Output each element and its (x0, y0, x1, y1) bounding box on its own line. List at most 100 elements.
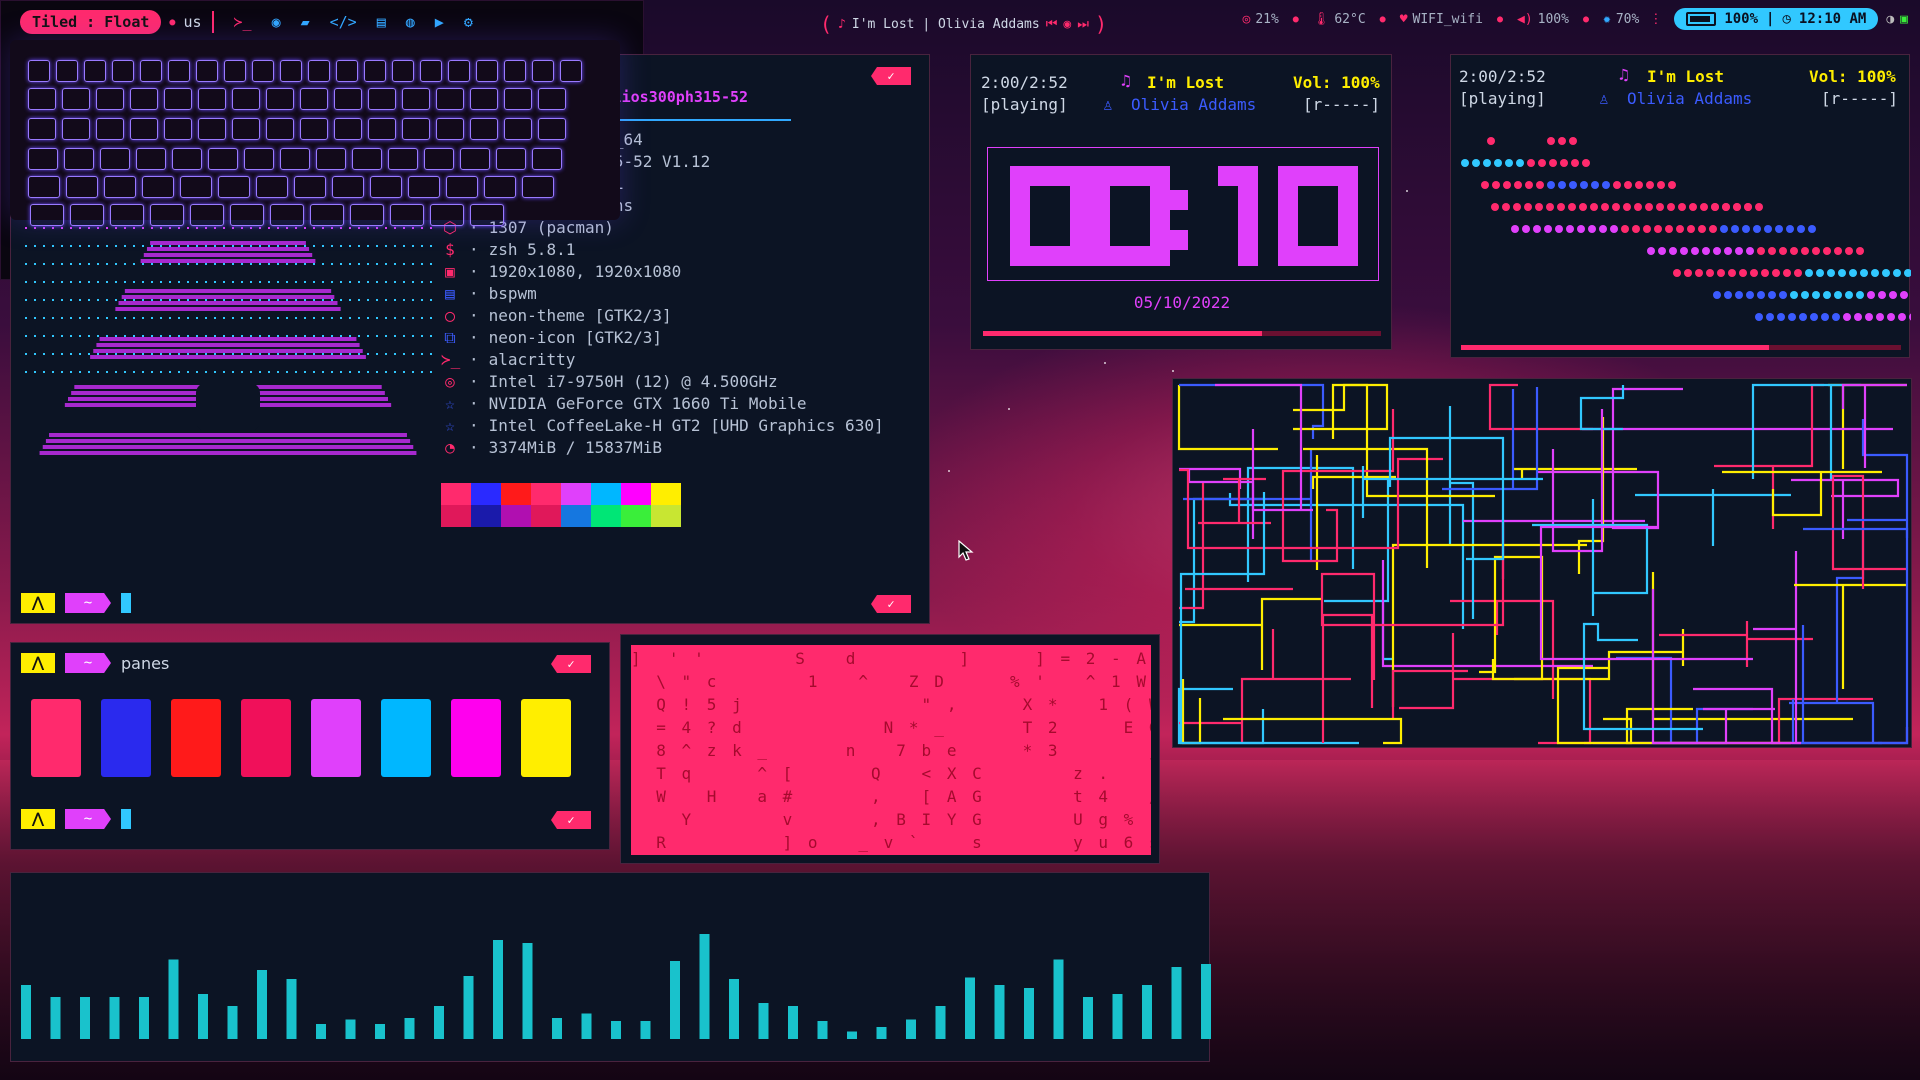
text-cursor[interactable] (121, 809, 131, 829)
pause-icon[interactable]: ◉ (1063, 17, 1071, 32)
visualizer-dot (1724, 291, 1732, 299)
prev-track-icon[interactable]: ⏮ (1046, 17, 1058, 32)
visualizer-bar (640, 1021, 651, 1039)
battery-clock-pill[interactable]: 100% | ◷ 12:10 AM (1674, 8, 1879, 30)
visualizer-dot (1547, 181, 1555, 189)
layout-indicator[interactable]: Tiled : Float (20, 10, 162, 34)
visualizer-dot (1709, 225, 1717, 233)
keyboard-key (470, 118, 498, 140)
user-icon: ♙ (1599, 89, 1609, 108)
pipe-segment (1532, 499, 1649, 616)
separator-dot: · (469, 240, 479, 259)
pipe-segment (1179, 597, 1323, 670)
cpu-status[interactable]: ◎ 21% (1242, 12, 1278, 27)
pipe-segment (1847, 419, 1909, 538)
tray-app-icon[interactable]: ◑ (1886, 12, 1894, 27)
youtube-icon[interactable]: ▶ (435, 13, 444, 31)
visualizer-dot (1823, 291, 1831, 299)
visualizer-dot (1810, 313, 1818, 321)
keyboard-key (230, 204, 264, 226)
text-cursor[interactable] (121, 593, 131, 613)
visualizer-dot (1777, 313, 1785, 321)
code-icon[interactable]: </> (330, 13, 357, 31)
info-row: ⧉ · neon-icon [GTK2/3] (441, 327, 884, 349)
wifi-value: WIFI_wifi (1412, 11, 1483, 27)
music-clock-widget[interactable]: 2:00/2:52 [playing] ♫ I'm Lost ♙ Olivia … (970, 54, 1392, 350)
pipes-terminal[interactable] (1172, 378, 1912, 748)
info-text: neon-theme [GTK2/3] (488, 306, 672, 325)
brightness-status[interactable]: ✹ 70% (1603, 12, 1639, 27)
info-icon: ▣ (445, 262, 455, 281)
matrix-line: W H a # , [ A G t 4 / u 8 7 (656, 787, 1151, 806)
visualizer-bar (257, 970, 267, 1039)
visualizer-bar (935, 1006, 946, 1039)
pipe-segment (1198, 477, 1271, 525)
cmatrix-terminal[interactable]: ] ' ' S d ] ] = 2 - A ` F \ " c 1 ^ Z D … (620, 634, 1160, 864)
visualizer-dot (1527, 159, 1535, 167)
pane-swatch (241, 699, 291, 777)
now-playing[interactable]: ( ♪ I'm Lost | Olivia Addams ⏮ ◉ ⏭ ) (820, 12, 1107, 36)
terminal-icon[interactable]: ≻_ (234, 13, 252, 31)
palette-swatch (471, 483, 501, 505)
music-visualizer-widget[interactable]: 2:00/2:52 [playing] ♫ I'm Lost ♙ Olivia … (1450, 54, 1911, 358)
cpu-icon: ◎ (1242, 11, 1251, 27)
bracket-right: ) (1094, 12, 1107, 36)
star (1406, 190, 1408, 192)
keyboard-key (316, 148, 346, 170)
visualizer-dot (1669, 247, 1677, 255)
info-text: zsh 5.8.1 (488, 240, 576, 259)
info-icon: ◔ (445, 438, 455, 457)
keyboard-key (430, 204, 464, 226)
clock-digit (1010, 166, 1090, 266)
visualizer-dot (1665, 225, 1673, 233)
audio-visualizer[interactable] (10, 872, 1211, 1062)
chat-icon[interactable]: ◍ (406, 13, 415, 31)
info-icon: ≻_ (441, 350, 461, 369)
pipe-segment (1311, 455, 1396, 570)
visualizer-dot (1893, 269, 1901, 277)
visualizer-dot (1524, 203, 1532, 211)
settings-icon[interactable]: ⚙ (464, 13, 473, 31)
separator-dot: ● (1582, 13, 1589, 25)
palette-swatch (441, 483, 471, 505)
info-row: ◯ · neon-theme [GTK2/3] (441, 305, 884, 327)
visualizer-dot (1535, 203, 1543, 211)
separator-dot: · (469, 372, 479, 391)
menu-dots-icon[interactable]: ⋮ (1649, 12, 1662, 27)
now-playing-text: I'm Lost | Olivia Addams (851, 16, 1040, 32)
visualizer-bar (434, 1006, 444, 1039)
visualizer-dot (1487, 137, 1495, 145)
panes-terminal[interactable]: ⋀ ~ panes ✓ ⋀ ~ ✓ (10, 642, 610, 850)
info-text: bspwm (488, 284, 537, 303)
volume-status[interactable]: ◀) 100% (1517, 12, 1569, 27)
ascii-dotted-line (25, 317, 432, 319)
keyboard-layout[interactable]: us (183, 13, 201, 31)
status-ok-segment: ✓ (871, 595, 911, 613)
wifi-status[interactable]: ♥ WIFI_wifi (1400, 12, 1483, 27)
visualizer-dot (1722, 203, 1730, 211)
wifi-icon: ♥ (1399, 11, 1408, 27)
keyboard-key (388, 148, 418, 170)
next-track-icon[interactable]: ⏭ (1077, 17, 1089, 32)
keyboard-key (232, 88, 260, 110)
keyboard-key (66, 176, 98, 198)
pipe-segment (1391, 633, 1468, 719)
pipe-segment (1388, 436, 1505, 561)
temperature-status[interactable]: 🌡 62°C (1313, 12, 1366, 27)
visualizer-dot (1566, 225, 1574, 233)
firefox-icon[interactable]: ◉ (272, 13, 281, 31)
visualizer-dot (1613, 181, 1621, 189)
pipe-segment (1551, 409, 1604, 553)
home-dir-segment: ~ (65, 593, 111, 613)
keyboard-key (532, 148, 562, 170)
info-row: ▤ · bspwm (441, 283, 884, 305)
ascii-dotted-line (25, 245, 432, 247)
pane-swatch (31, 699, 81, 777)
tray-network-icon[interactable]: ▣ (1900, 12, 1908, 27)
notes-icon[interactable]: ▤ (377, 13, 386, 31)
visualizer-dot (1821, 313, 1829, 321)
visualizer-dot (1882, 269, 1890, 277)
folder-icon[interactable]: ▰ (301, 13, 310, 31)
visualizer-dot (1624, 181, 1632, 189)
keyboard-key (130, 88, 158, 110)
